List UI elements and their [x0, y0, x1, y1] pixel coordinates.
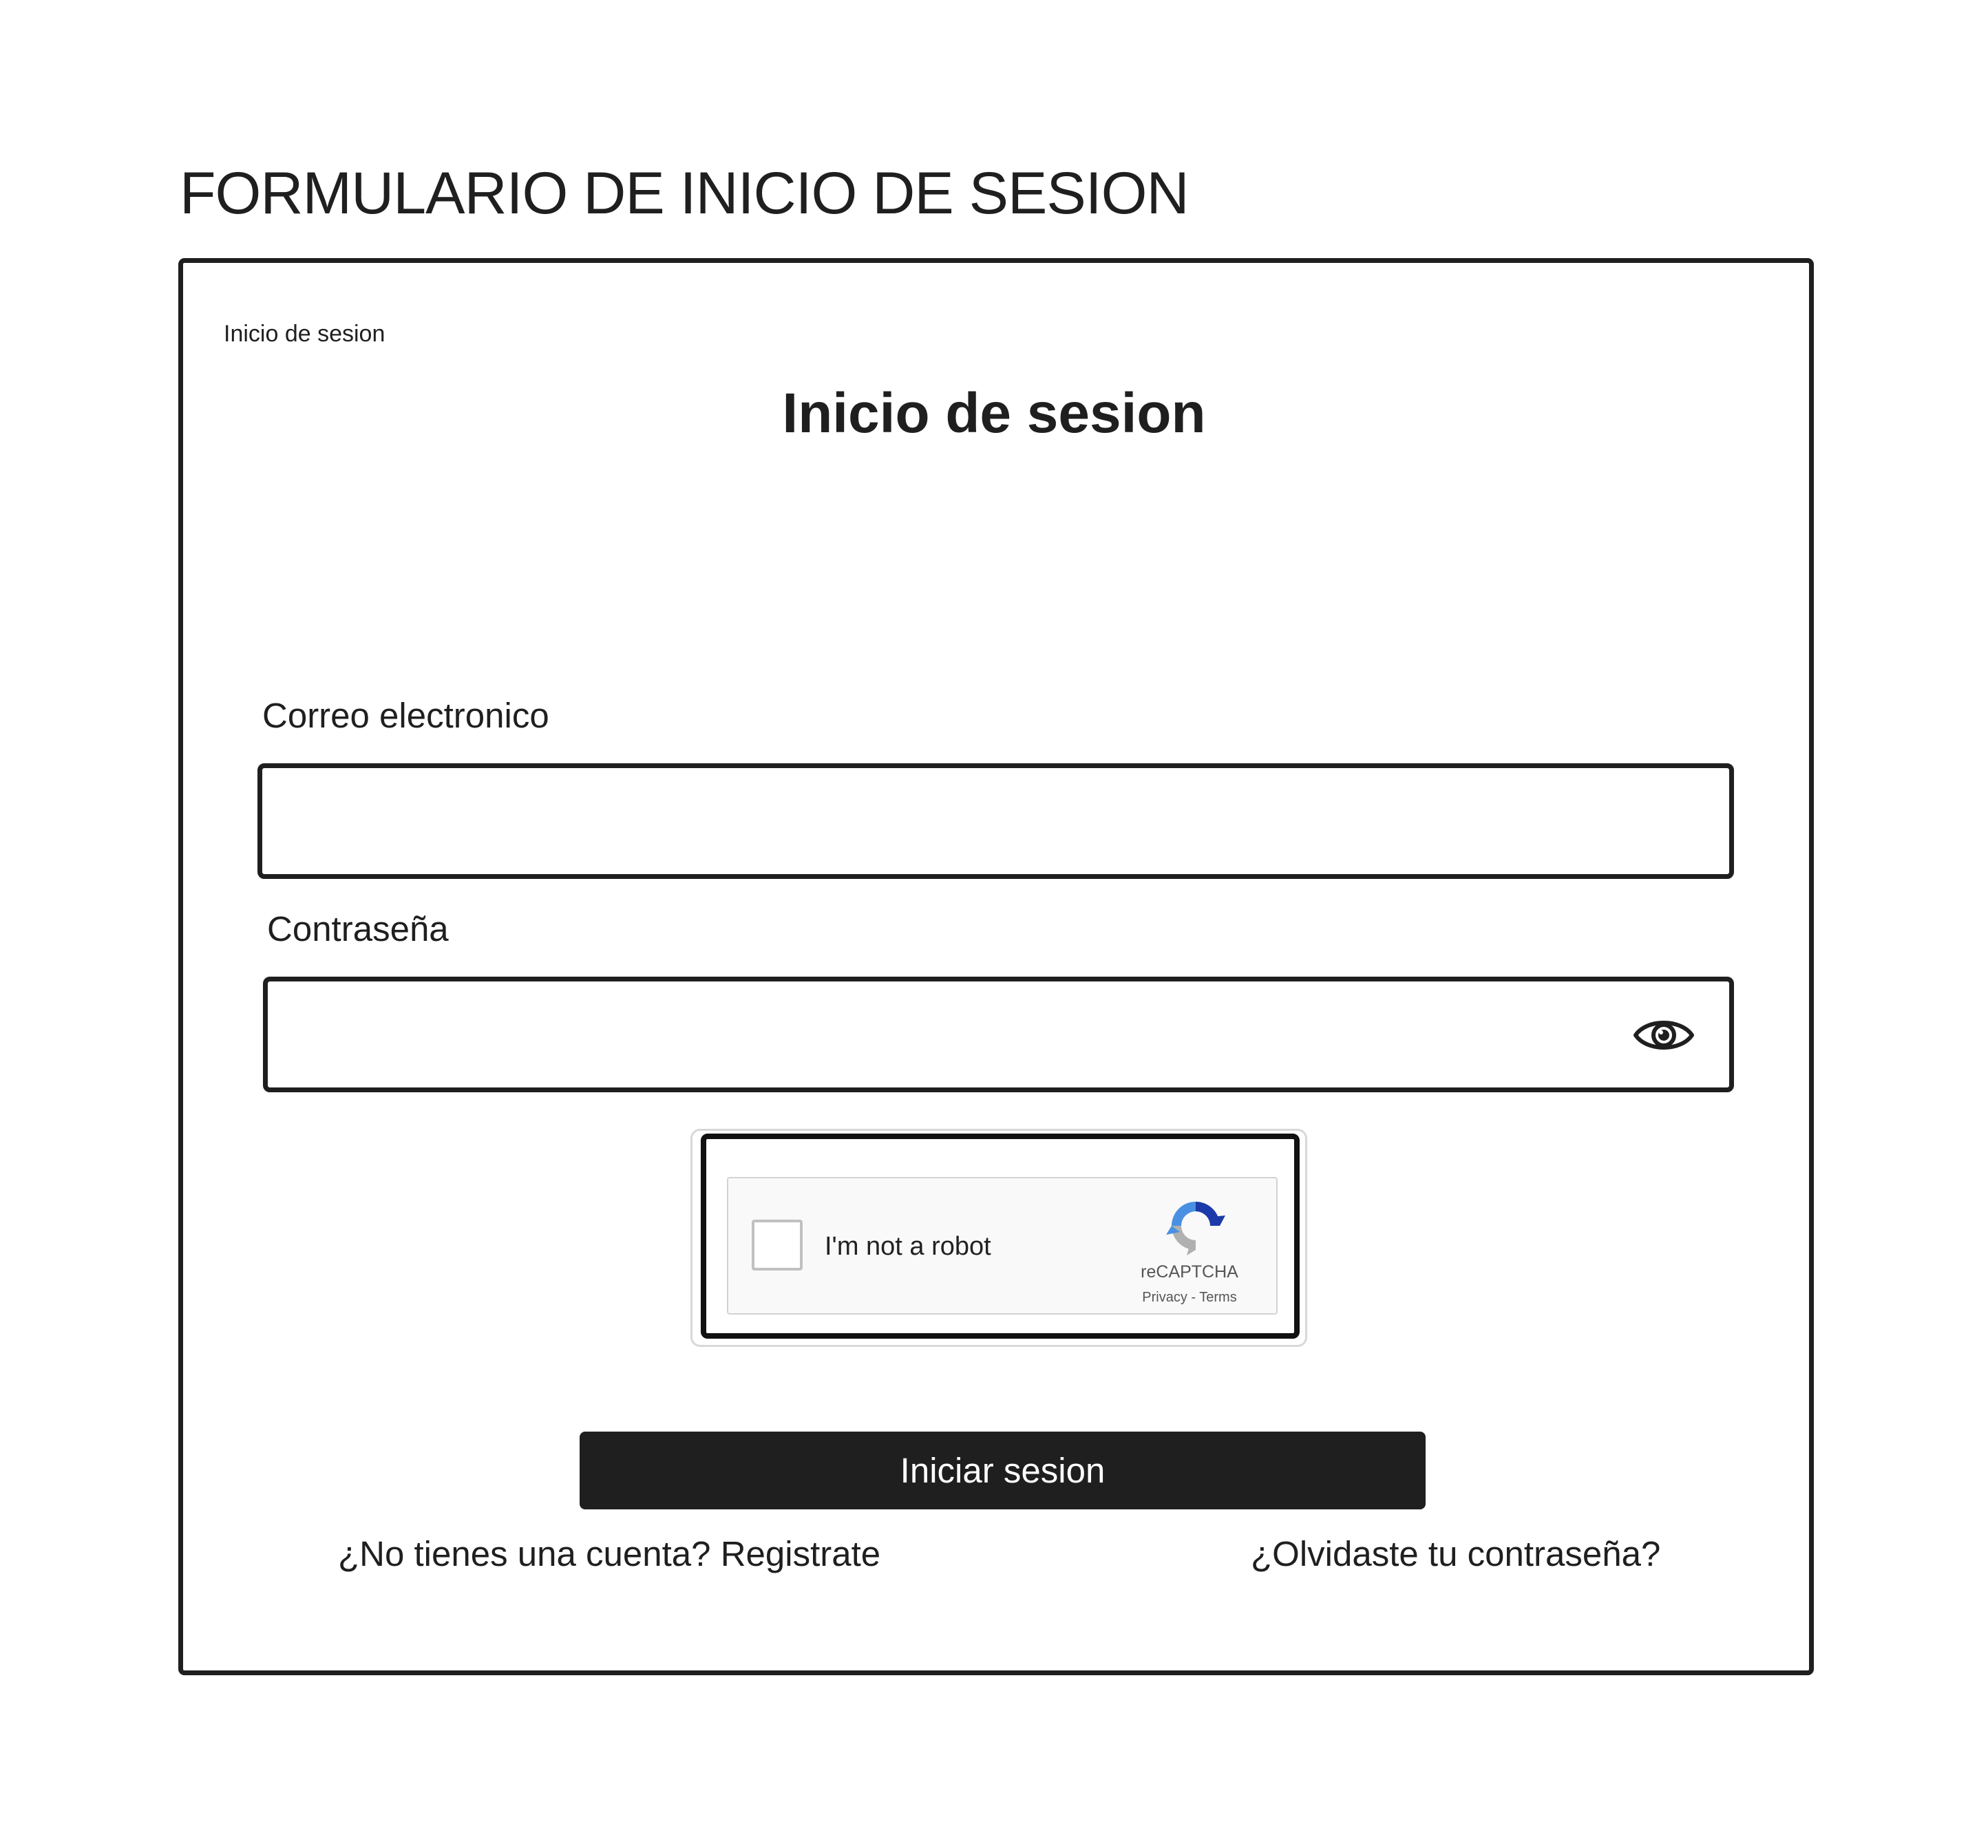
register-link[interactable]: ¿No tienes una cuenta? Registrate: [338, 1536, 880, 1571]
eye-icon[interactable]: [1633, 1015, 1695, 1056]
links-separator: -: [1187, 1290, 1200, 1305]
recaptcha-widget: I'm not a robot reCAPTCHA Privacy - Term…: [727, 1177, 1278, 1315]
password-label: Contraseña: [267, 909, 449, 948]
password-field-box: [263, 977, 1734, 1092]
page-title: FORMULARIO DE INICIO DE SESION: [180, 160, 1189, 226]
email-field-box: [257, 763, 1734, 879]
privacy-link[interactable]: Privacy: [1142, 1290, 1187, 1305]
recaptcha-links: Privacy - Terms: [1107, 1291, 1272, 1304]
password-field[interactable]: [268, 981, 1729, 1087]
captcha-label: I'm not a robot: [825, 1232, 991, 1261]
forgot-password-link[interactable]: ¿Olvidaste tu contraseña?: [1251, 1536, 1660, 1571]
login-button[interactable]: Iniciar sesion: [580, 1432, 1426, 1509]
recaptcha-logo-icon: [1166, 1202, 1225, 1255]
frame-label: Inicio de sesion: [224, 321, 385, 347]
email-field[interactable]: [262, 768, 1729, 874]
email-label: Correo electronico: [262, 696, 549, 735]
captcha-checkbox[interactable]: [752, 1220, 803, 1271]
terms-link[interactable]: Terms: [1199, 1290, 1236, 1305]
recaptcha-brand: reCAPTCHA: [1141, 1262, 1238, 1282]
form-heading: Inicio de sesion: [782, 382, 1206, 445]
